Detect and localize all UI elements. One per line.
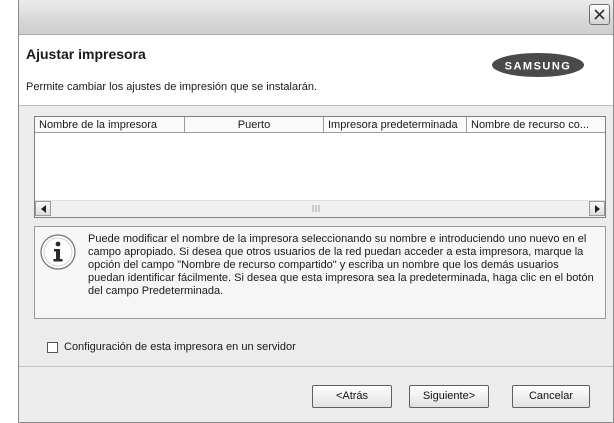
logo-text: SAMSUNG — [505, 61, 572, 73]
close-icon — [594, 9, 605, 20]
column-header-default-printer[interactable]: Impresora predeterminada — [324, 117, 467, 133]
close-button[interactable] — [589, 4, 610, 25]
horizontal-scrollbar[interactable] — [35, 200, 605, 217]
page-title: Ajustar impresora — [26, 46, 146, 62]
page-subtitle: Permite cambiar los ajustes de impresión… — [26, 81, 318, 93]
list-header: Nombre de la impresora Puerto Impresora … — [35, 117, 605, 134]
samsung-logo: SAMSUNG — [492, 53, 584, 77]
server-checkbox-label[interactable]: Configuración de esta impresora en un se… — [64, 341, 296, 353]
column-header-share-name[interactable]: Nombre de recurso co... — [467, 117, 605, 133]
chevron-right-icon — [595, 205, 600, 213]
title-bar — [19, 0, 613, 35]
info-text: Puede modificar el nombre de la impresor… — [88, 233, 594, 297]
column-header-printer-name[interactable]: Nombre de la impresora — [35, 117, 185, 133]
chevron-left-icon — [41, 205, 46, 213]
next-button[interactable]: Siguiente> — [409, 385, 489, 408]
footer-divider — [19, 366, 613, 367]
cancel-button[interactable]: Cancelar — [512, 385, 590, 408]
server-checkbox[interactable] — [47, 342, 58, 353]
info-box: Puede modificar el nombre de la impresor… — [34, 226, 606, 319]
scroll-left-button[interactable] — [35, 201, 51, 216]
info-icon — [40, 234, 76, 270]
scroll-right-button[interactable] — [589, 201, 605, 216]
scroll-grip-icon — [312, 205, 320, 212]
column-header-port[interactable]: Puerto — [185, 117, 324, 133]
back-button[interactable]: <Atrás — [312, 385, 392, 408]
dialog-header: Ajustar impresora Permite cambiar los aj… — [19, 35, 613, 106]
installer-dialog: Ajustar impresora Permite cambiar los aj… — [18, 0, 614, 423]
printer-list[interactable]: Nombre de la impresora Puerto Impresora … — [34, 116, 606, 218]
